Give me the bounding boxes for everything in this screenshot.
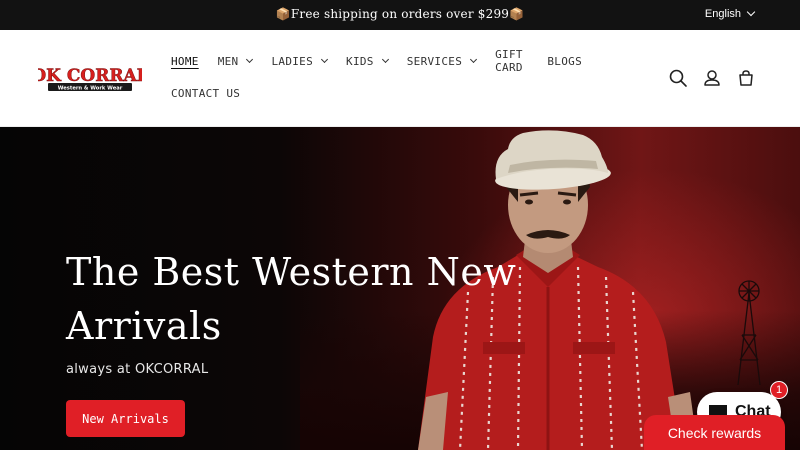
chevron-down-icon (746, 7, 756, 17)
nav-item-services[interactable]: SERVICES (406, 54, 478, 68)
chat-notification-badge: 1 (770, 381, 788, 399)
nav-item-label: CONTACT US (171, 86, 241, 100)
nav-item-gift-card[interactable]: GIFT CARD (495, 48, 528, 74)
nav-item-home[interactable]: HOME (171, 55, 199, 68)
hero-banner: The Best Western New Arrivals always at … (0, 127, 800, 450)
nav-item-label: SERVICES (406, 54, 463, 68)
header-actions (668, 68, 756, 88)
nav-item-label: KIDS (346, 54, 374, 68)
cart-icon[interactable] (736, 68, 756, 88)
nav-item-men[interactable]: MEN (217, 54, 254, 68)
nav-item-kids[interactable]: KIDS (346, 54, 389, 68)
nav-item-label: BLOGS (547, 54, 582, 68)
nav-item-label: LADIES (271, 54, 314, 68)
account-icon[interactable] (702, 68, 722, 88)
new-arrivals-button[interactable]: New Arrivals (66, 400, 185, 437)
nav-item-label: GIFT CARD (495, 48, 523, 74)
chevron-down-icon (320, 55, 329, 63)
chevron-down-icon (246, 55, 254, 63)
windmill-image (737, 280, 761, 385)
nav-item-label: MEN (217, 54, 239, 68)
nav-row-primary: HOME MEN LADIES KIDS SERVICES GIFT CARD BLOGS (171, 48, 601, 74)
chevron-down-icon (381, 55, 389, 63)
search-icon[interactable] (668, 68, 688, 88)
hero-title: The Best Western New Arrivals (66, 250, 517, 348)
check-rewards-button[interactable]: Check rewards (644, 415, 785, 450)
nav-item-ladies[interactable]: LADIES (271, 54, 329, 68)
nav-item-label: HOME (171, 54, 199, 68)
language-selector[interactable]: English (704, 7, 756, 20)
shipping-message: 📦Free shipping on orders over $299📦 (275, 7, 525, 21)
nav-item-contact-us[interactable]: CONTACT US (171, 87, 240, 100)
language-label: English (704, 8, 741, 20)
nav-row-secondary: CONTACT US (171, 84, 601, 102)
brand-logo[interactable]: OK CORRAL Western & Work Wear (38, 66, 142, 92)
site-header: OK CORRAL Western & Work Wear HOME MEN LAD… (0, 30, 800, 127)
chevron-down-icon (470, 55, 478, 63)
nav-item-blogs[interactable]: BLOGS (547, 55, 582, 68)
logo-tagline-text: Western & Work Wear (58, 86, 123, 92)
main-nav: HOME MEN LADIES KIDS SERVICES GIFT CARD BLOGS … (171, 48, 601, 102)
hero-subtitle: always at OKCORRAL (66, 362, 209, 377)
announcement-bar: 📦Free shipping on orders over $299📦 Engl… (0, 0, 800, 30)
